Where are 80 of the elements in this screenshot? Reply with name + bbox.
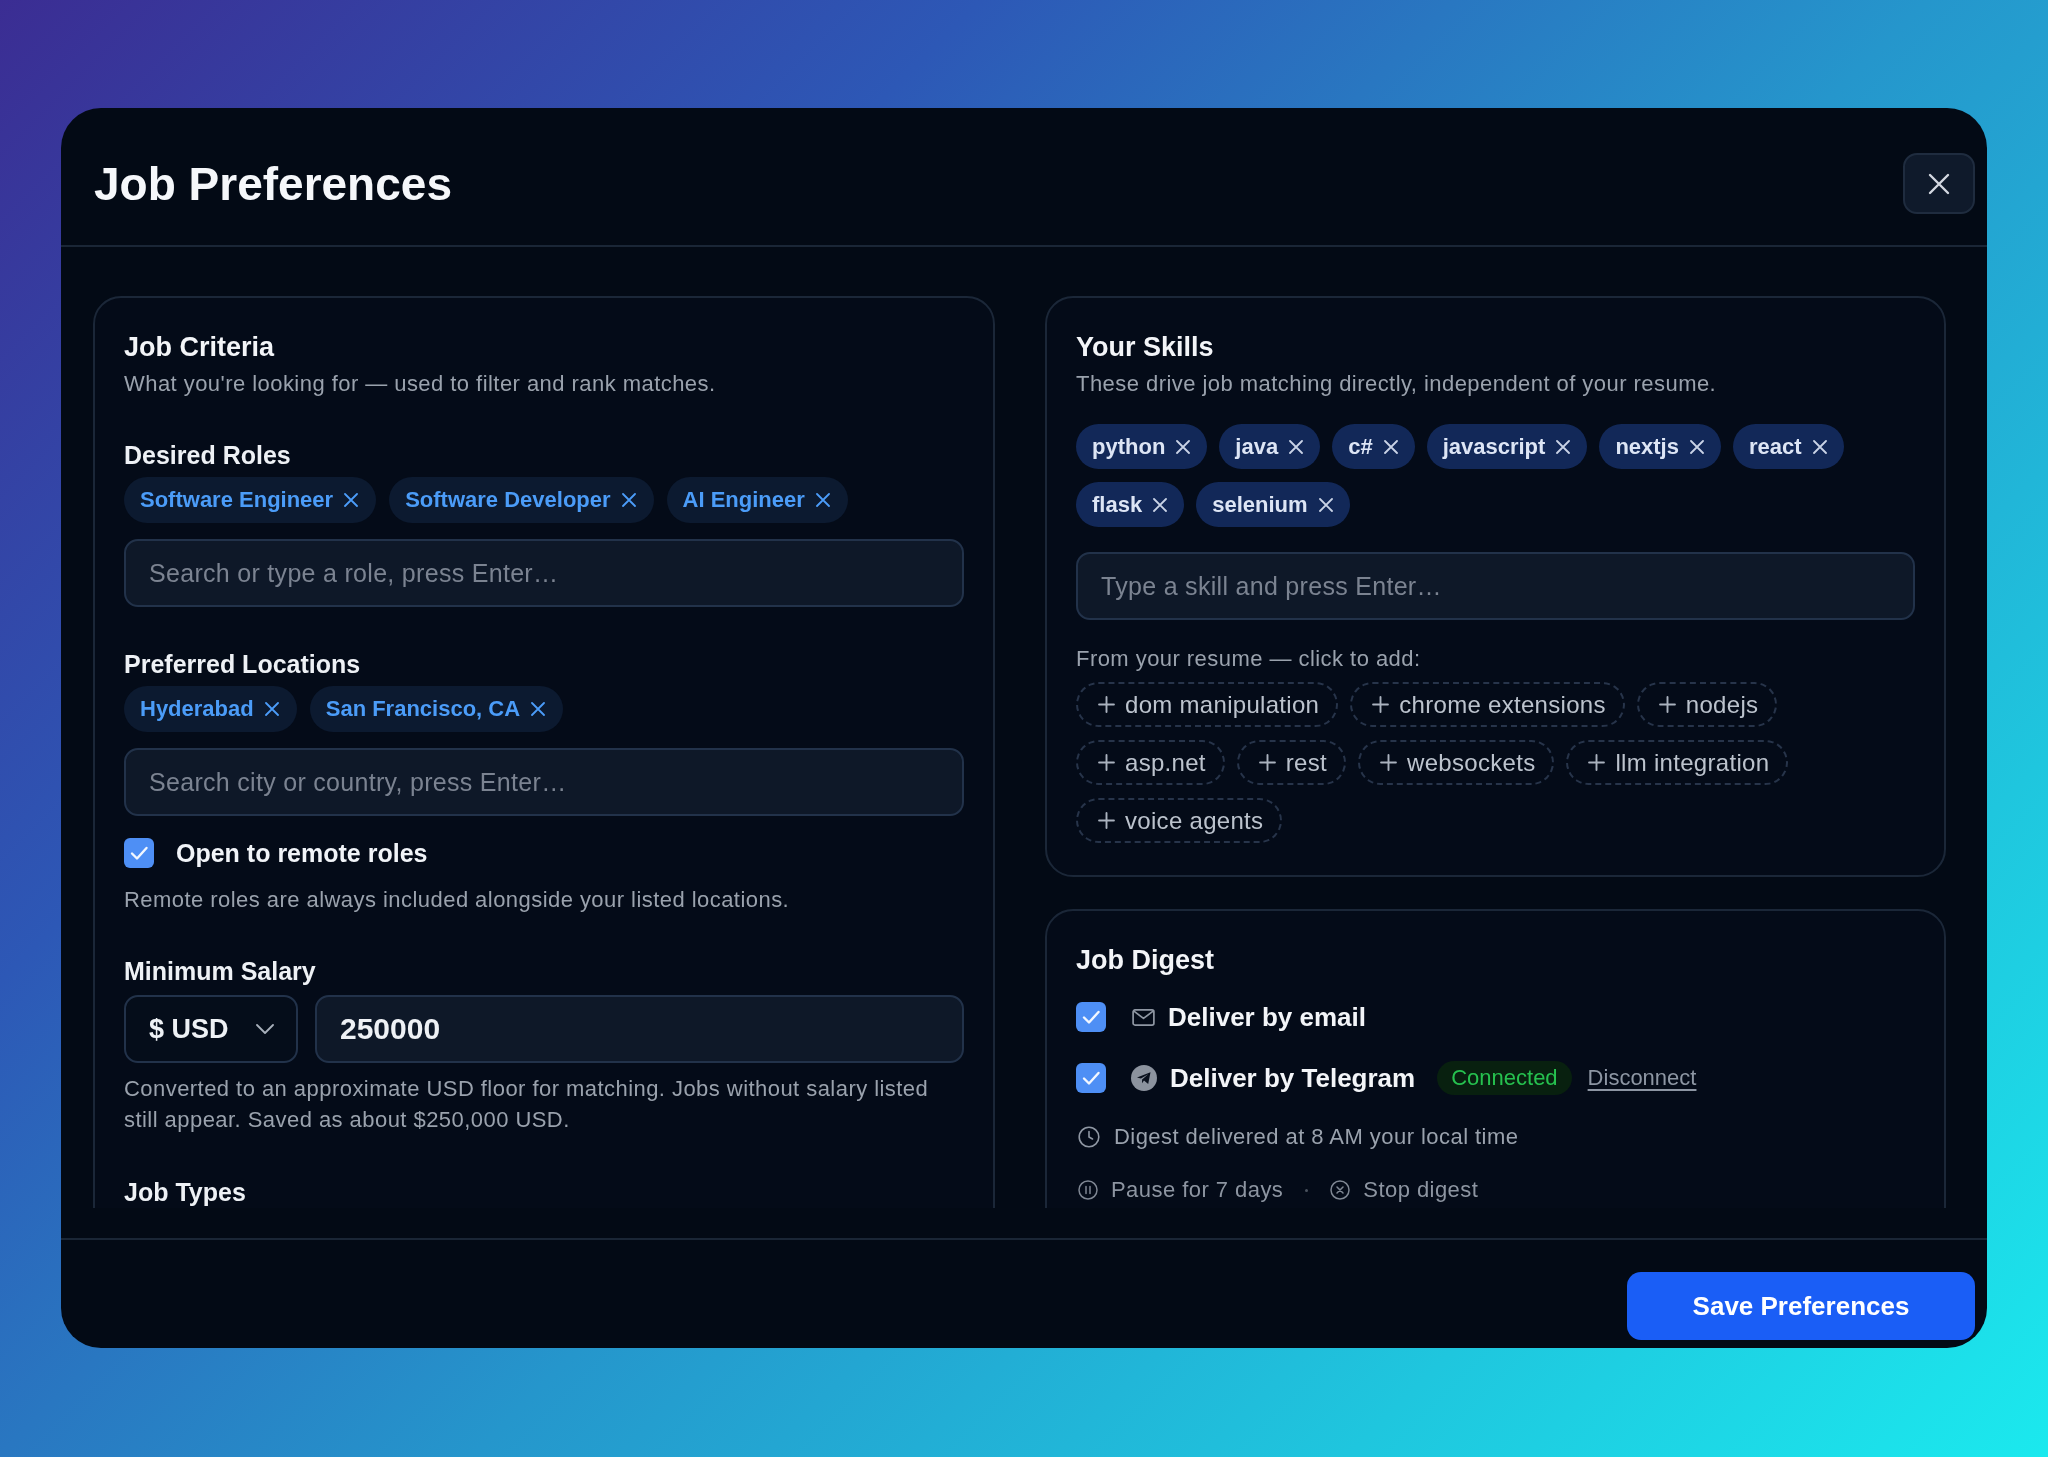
skill-tag[interactable]: nextjs xyxy=(1599,424,1721,469)
plus-icon xyxy=(1098,812,1115,829)
channel-label: Deliver by email xyxy=(1168,1001,1366,1033)
x-circle-icon xyxy=(1330,1180,1351,1200)
card-title: Your Skills xyxy=(1076,331,1215,363)
close-icon[interactable] xyxy=(1176,439,1191,454)
envelope-icon xyxy=(1132,1008,1155,1026)
field-label: Job Types xyxy=(124,1177,247,1207)
role-tag[interactable]: AI Engineer xyxy=(666,477,848,523)
card-title: Job Criteria xyxy=(124,331,276,363)
skill-tag[interactable]: python xyxy=(1076,424,1208,469)
checkbox[interactable] xyxy=(1076,1002,1106,1032)
status-badge: Connected xyxy=(1437,1061,1572,1095)
close-icon[interactable] xyxy=(1318,497,1333,512)
suggestion-chip[interactable]: websockets xyxy=(1358,740,1555,785)
close-icon[interactable] xyxy=(264,702,279,716)
skill-tag[interactable]: javascript xyxy=(1426,424,1588,469)
close-icon[interactable] xyxy=(1689,439,1704,454)
paper-plane-icon xyxy=(1131,1065,1157,1091)
currency-select[interactable]: $ USD xyxy=(124,995,298,1063)
plus-icon xyxy=(1380,754,1398,771)
skill-tag[interactable]: selenium xyxy=(1196,482,1350,527)
suggestion-chip[interactable]: dom manipulation xyxy=(1076,682,1339,727)
plus-icon xyxy=(1372,696,1390,713)
pause-button[interactable]: Pause for 7 days xyxy=(1078,1177,1284,1203)
card-title: Job Digest xyxy=(1076,944,1216,976)
plus-icon xyxy=(1098,696,1115,713)
checkbox-label: Open to remote roles xyxy=(176,838,428,868)
checkbox[interactable] xyxy=(124,838,154,868)
close-icon xyxy=(1928,172,1950,195)
close-icon[interactable] xyxy=(621,493,636,507)
stop-button[interactable]: Stop digest xyxy=(1330,1177,1479,1203)
plus-icon xyxy=(1258,754,1276,771)
checkbox[interactable] xyxy=(1076,1063,1106,1093)
skill-input-field[interactable]: Type a skill and press Enter… xyxy=(1076,552,1915,620)
field-label: Minimum Salary xyxy=(124,956,317,986)
plus-icon xyxy=(1098,754,1115,771)
card-subtitle: These drive job matching directly, independent of your resume. xyxy=(1076,370,1718,398)
schedule-text: Digest delivered at 8 AM your local time xyxy=(1114,1124,1519,1150)
suggestion-chip[interactable]: chrome extensions xyxy=(1350,682,1625,727)
plus-icon xyxy=(1658,696,1676,713)
role-search-field[interactable]: Search or type a role, press Enter… xyxy=(124,539,964,607)
role-tag[interactable]: Software Engineer xyxy=(124,477,377,523)
close-button[interactable] xyxy=(1903,153,1975,214)
close-icon[interactable] xyxy=(1812,439,1827,454)
close-icon[interactable] xyxy=(531,702,546,716)
channel-label: Deliver by Telegram xyxy=(1170,1062,1416,1094)
skill-tag[interactable]: react xyxy=(1732,424,1844,469)
field-label: Preferred Locations xyxy=(124,649,362,679)
card-subtitle: What you're looking for — used to filter and rank matches. xyxy=(124,370,717,398)
salary-input[interactable]: 250000 xyxy=(315,995,964,1063)
clock-icon xyxy=(1078,1126,1100,1148)
suggestion-chip[interactable]: asp.net xyxy=(1076,740,1225,785)
disconnect-link[interactable]: Disconnect xyxy=(1587,1065,1697,1091)
location-search-field[interactable]: Search city or country, press Enter… xyxy=(124,748,964,816)
close-icon[interactable] xyxy=(815,493,830,507)
plus-icon xyxy=(1588,754,1606,771)
close-icon[interactable] xyxy=(344,493,359,507)
skill-tag[interactable]: java xyxy=(1219,424,1321,469)
dialog-title: Job Preferences xyxy=(94,156,452,212)
save-button[interactable]: Save Preferences xyxy=(1627,1272,1975,1340)
suggestion-chip[interactable]: nodejs xyxy=(1636,682,1778,727)
help-text: Remote roles are always included alongside your listed locations. xyxy=(124,886,791,914)
close-icon[interactable] xyxy=(1383,439,1398,454)
skill-tag[interactable]: flask xyxy=(1076,482,1185,527)
location-tag[interactable]: San Francisco, CA xyxy=(309,686,564,732)
role-tag[interactable]: Software Developer xyxy=(389,477,654,523)
close-icon[interactable] xyxy=(1556,439,1571,454)
skill-tag[interactable]: c# xyxy=(1332,424,1415,469)
suggestion-chip[interactable]: voice agents xyxy=(1076,798,1283,843)
suggestion-chip[interactable]: rest xyxy=(1236,740,1347,785)
pause-icon xyxy=(1078,1180,1098,1200)
location-tag[interactable]: Hyderabad xyxy=(124,686,297,732)
close-icon[interactable] xyxy=(1153,497,1168,512)
chevron-down-icon xyxy=(256,1024,274,1034)
field-label: Desired Roles xyxy=(124,440,292,470)
close-icon[interactable] xyxy=(1289,439,1304,454)
suggestions-label: From your resume — click to add: xyxy=(1076,645,1422,673)
suggestion-chip[interactable]: llm integration xyxy=(1566,740,1789,785)
help-text: Converted to an approximate USD floor for matching. Jobs without salary listed still appear. Saved as about $250,000 USD. xyxy=(124,1075,930,1134)
